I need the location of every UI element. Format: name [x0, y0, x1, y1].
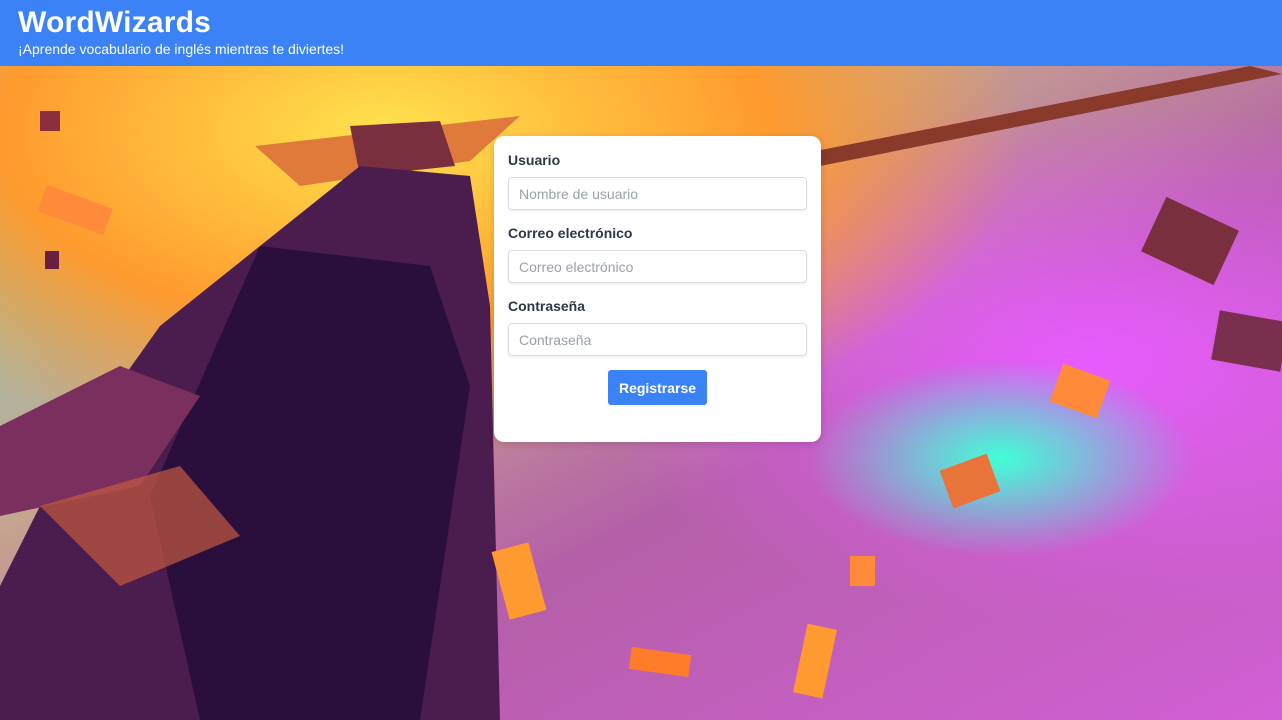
email-label: Correo electrónico: [508, 225, 633, 241]
form-actions: Registrarse: [508, 370, 807, 405]
password-label: Contraseña: [508, 298, 586, 314]
email-field-group: Correo electrónico: [508, 225, 807, 283]
username-input[interactable]: [508, 177, 807, 210]
password-input[interactable]: [508, 323, 807, 356]
username-field-group: Usuario: [508, 152, 807, 210]
app-subtitle: ¡Aprende vocabulario de inglés mientras …: [18, 41, 345, 57]
app-title: WordWizards: [18, 6, 212, 39]
register-button[interactable]: Registrarse: [608, 370, 707, 405]
register-form: Usuario Correo electrónico Contraseña Re…: [494, 136, 821, 442]
password-field-group: Contraseña: [508, 298, 807, 356]
app-header: WordWizards ¡Aprende vocabulario de ingl…: [0, 0, 1282, 66]
email-input[interactable]: [508, 250, 807, 283]
username-label: Usuario: [508, 152, 561, 168]
register-page: WordWizards ¡Aprende vocabulario de ingl…: [0, 0, 1282, 720]
